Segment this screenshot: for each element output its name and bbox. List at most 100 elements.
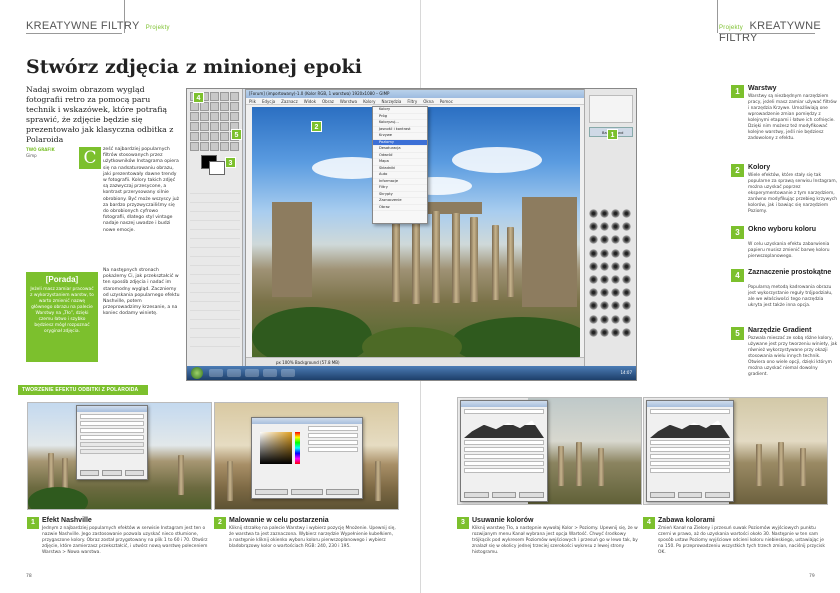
tool-icon[interactable] <box>220 132 229 141</box>
taskbar-app-5[interactable] <box>281 369 295 377</box>
brush-icon[interactable] <box>589 222 598 232</box>
brush-icon[interactable] <box>600 274 609 284</box>
brush-icon[interactable] <box>589 301 598 311</box>
brush-icon[interactable] <box>622 301 631 311</box>
tool-icon[interactable] <box>190 142 199 151</box>
tool-icon[interactable] <box>220 122 229 131</box>
menu-item[interactable]: Kolory <box>363 99 375 104</box>
brush-icon[interactable] <box>622 209 631 218</box>
taskbar-app-3[interactable] <box>245 369 259 377</box>
brush-icon[interactable] <box>622 314 631 324</box>
tool-icon[interactable] <box>190 132 199 141</box>
tool-icon[interactable] <box>230 102 239 111</box>
tip-title: [Porada] <box>45 275 79 284</box>
tool-icon[interactable] <box>220 142 229 151</box>
tool-icon[interactable] <box>210 132 219 141</box>
brush-icon[interactable] <box>622 274 631 284</box>
brush-icon[interactable] <box>600 209 609 218</box>
tool-icon[interactable] <box>210 92 219 101</box>
tool-icon[interactable] <box>200 142 209 151</box>
menu-item[interactable]: Obraz <box>322 99 334 104</box>
tool-icon[interactable] <box>230 142 239 151</box>
tool-icon[interactable] <box>230 112 239 121</box>
menu-item[interactable]: Widok <box>304 99 316 104</box>
brush-icon[interactable] <box>622 222 631 232</box>
tool-icon[interactable] <box>210 102 219 111</box>
start-button[interactable] <box>191 367 203 379</box>
menu-item[interactable]: Plik <box>249 99 256 104</box>
brush-icon[interactable] <box>622 261 631 271</box>
menu-item[interactable]: Narzędzia <box>382 99 402 104</box>
brush-icon[interactable] <box>611 314 620 324</box>
tool-icon[interactable] <box>220 102 229 111</box>
brush-icon[interactable] <box>611 235 620 245</box>
step-4-thumbnail <box>643 397 828 505</box>
menu-item[interactable]: Warstwa <box>340 99 357 104</box>
tool-icon[interactable] <box>200 122 209 131</box>
brush-icon[interactable] <box>611 274 620 284</box>
brush-icon[interactable] <box>600 235 609 245</box>
tool-icon[interactable] <box>230 92 239 101</box>
brush-icon[interactable] <box>611 301 620 311</box>
brush-icon[interactable] <box>622 288 631 298</box>
brush-icon[interactable] <box>622 327 631 337</box>
brush-icon[interactable] <box>600 248 609 258</box>
tool-icon[interactable] <box>190 122 199 131</box>
tool-icon[interactable] <box>200 132 209 141</box>
taskbar-app-4[interactable] <box>263 369 277 377</box>
brush-icon[interactable] <box>589 209 598 218</box>
brush-icon[interactable] <box>600 288 609 298</box>
taskbar-clock: 14:07 <box>620 370 632 375</box>
brush-icon[interactable] <box>589 235 598 245</box>
tool-icon[interactable] <box>210 122 219 131</box>
brush-icon[interactable] <box>622 248 631 258</box>
brush-icon[interactable] <box>600 314 609 324</box>
step-1-thumbnail <box>27 402 212 510</box>
menu-item[interactable]: Filtry <box>407 99 417 104</box>
tool-icon[interactable] <box>220 112 229 121</box>
step-2-title: Malowanie w celu postarzenia <box>229 517 329 524</box>
brush-icon[interactable] <box>611 222 620 232</box>
taskbar-app-1[interactable] <box>209 369 223 377</box>
brush-icon[interactable] <box>589 288 598 298</box>
taskbar-app-2[interactable] <box>227 369 241 377</box>
brush-icon[interactable] <box>611 327 620 337</box>
levels-dialog-green <box>646 400 734 502</box>
tool-icon[interactable] <box>200 102 209 111</box>
gimp-screenshot: [Forum] (importowany)-1.0 (Kolor RGB, 1 … <box>186 88 637 381</box>
brush-icon[interactable] <box>622 235 631 245</box>
background-color-swatch[interactable] <box>209 161 225 175</box>
brush-icon[interactable] <box>589 274 598 284</box>
header-rule <box>26 33 122 34</box>
brush-icon[interactable] <box>600 301 609 311</box>
context-menu: Kolory Próg Koloryzuj... Jasność i kontrast… <box>372 106 428 224</box>
tool-icon[interactable] <box>190 112 199 121</box>
step-4-text: Zmień Kanał na Zielony i przesuń suwak P… <box>658 526 825 555</box>
brush-icon[interactable] <box>611 209 620 218</box>
tool-icon[interactable] <box>210 142 219 151</box>
tool-icon[interactable] <box>220 92 229 101</box>
section-name-right: KREATYWNE FILTRY <box>719 20 821 44</box>
brush-icon[interactable] <box>611 261 620 271</box>
brush-icon[interactable] <box>600 261 609 271</box>
brush-icon[interactable] <box>611 248 620 258</box>
header-divider-right <box>717 0 718 33</box>
brush-icon[interactable] <box>589 327 598 337</box>
callout-badge-2: 2 <box>311 121 322 132</box>
callout-badge-4: 4 <box>193 92 204 103</box>
menu-item[interactable]: Okna <box>423 99 433 104</box>
brush-icon[interactable] <box>589 314 598 324</box>
menu-item[interactable]: Zaznacz <box>281 99 298 104</box>
brush-icon[interactable] <box>611 288 620 298</box>
brush-icon[interactable] <box>600 327 609 337</box>
tool-icon[interactable] <box>200 112 209 121</box>
callout-badge-5: 5 <box>231 129 242 140</box>
context-menu-item[interactable]: Obraz <box>373 205 427 211</box>
brush-icon[interactable] <box>600 222 609 232</box>
levels-dialog <box>460 400 548 502</box>
menu-item[interactable]: Pomoc <box>440 99 453 104</box>
brush-icon[interactable] <box>589 248 598 258</box>
tool-icon[interactable] <box>210 112 219 121</box>
menu-item[interactable]: Edycja <box>262 99 275 104</box>
brush-icon[interactable] <box>589 261 598 271</box>
